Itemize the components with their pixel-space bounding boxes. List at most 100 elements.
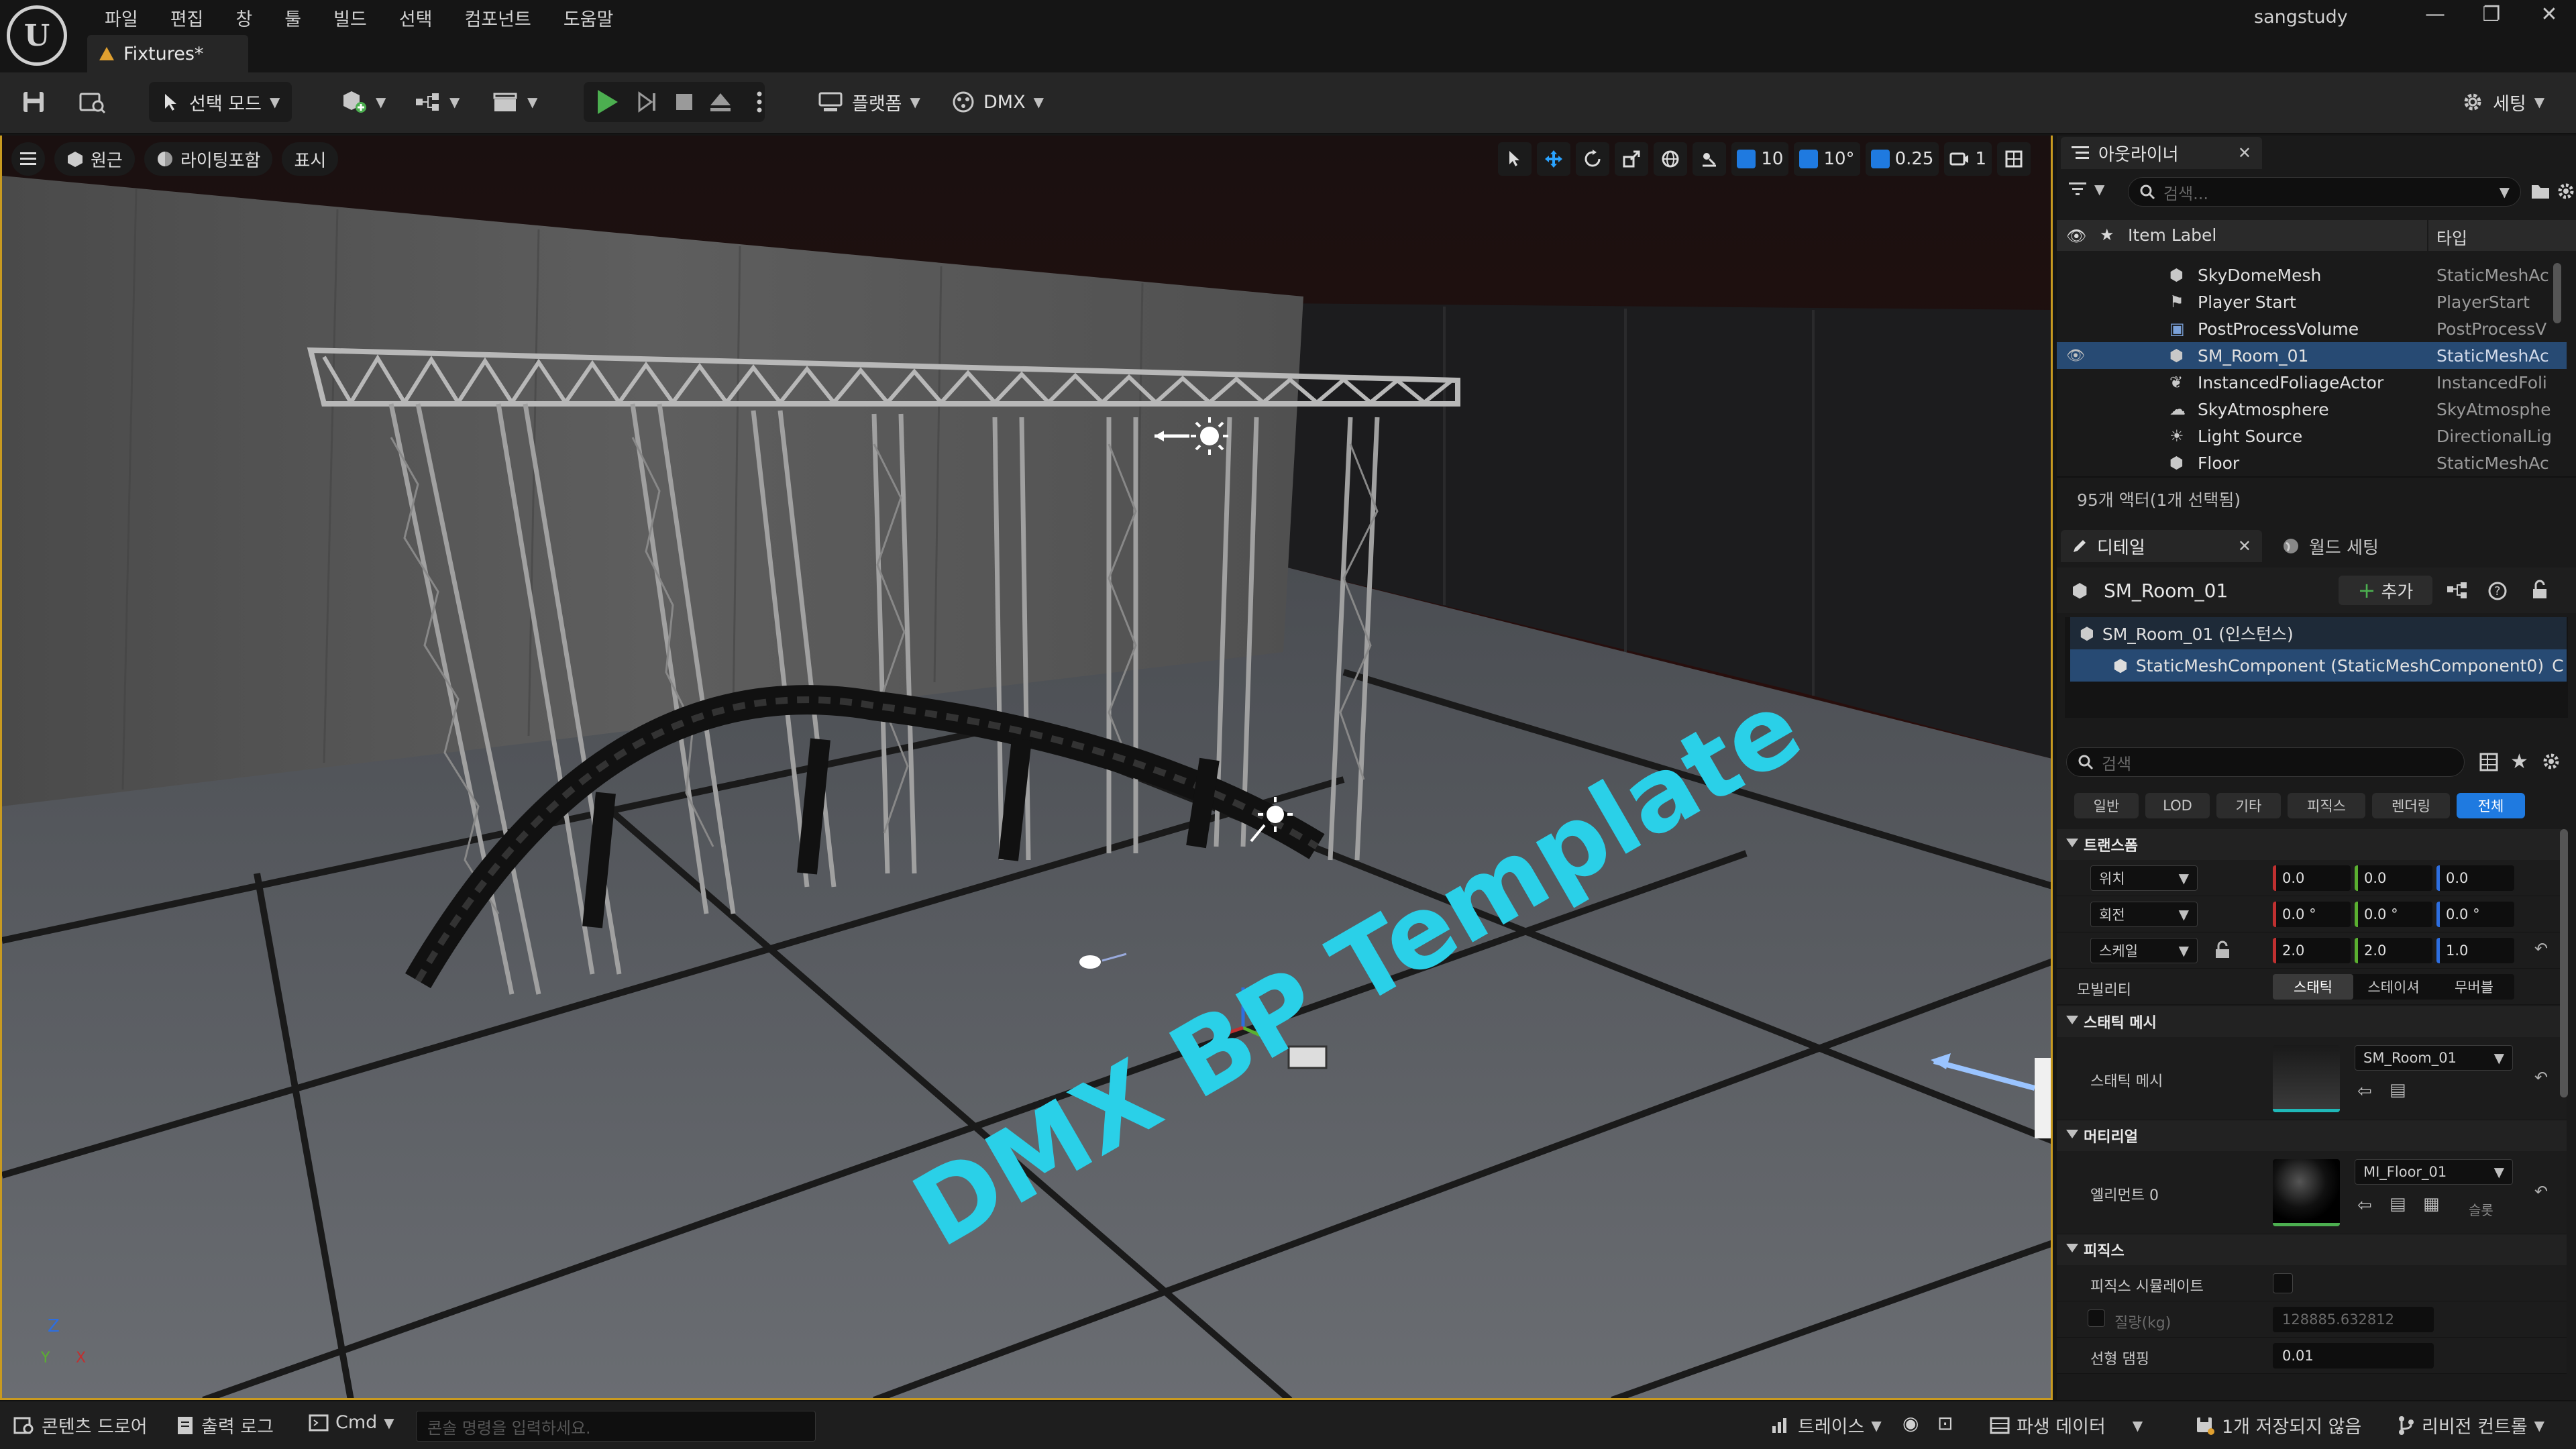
reset-to-default-icon[interactable]: ↶ <box>2534 1068 2548 1087</box>
use-selected-icon[interactable]: ⇦ <box>2357 1081 2372 1102</box>
details-tab[interactable]: 디테일 ✕ <box>2061 530 2262 562</box>
camera-speed-button[interactable]: 1 <box>1944 142 1992 176</box>
platform-dropdown[interactable]: 플랫폼 ▼ <box>805 82 932 122</box>
outliner-row[interactable]: ☀ Light Source DirectionalLig <box>2057 423 2567 449</box>
lighting-mode-dropdown[interactable]: 라이팅포함 <box>144 142 273 176</box>
show-flags-dropdown[interactable]: 표시 <box>282 142 339 176</box>
location-x-input[interactable]: 0.0 <box>2273 865 2351 891</box>
reset-to-default-icon[interactable]: ↶ <box>2534 939 2548 958</box>
column-item-label[interactable]: Item Label <box>2128 225 2216 245</box>
filter-lod[interactable]: LOD <box>2145 793 2210 818</box>
details-scrollbar[interactable] <box>2560 829 2568 1097</box>
trace-dropdown[interactable]: 트레이스 ▼ <box>1771 1412 1882 1438</box>
material-asset-picker[interactable]: MI_Floor_01 ▼ <box>2355 1159 2513 1185</box>
document-tab[interactable]: Fixtures* <box>87 35 248 72</box>
browse-asset-icon[interactable]: ▤ <box>2390 1194 2406 1214</box>
content-browser-icon[interactable] <box>78 87 107 117</box>
browse-asset-icon[interactable]: ▤ <box>2390 1080 2406 1100</box>
menu-tools[interactable]: 툴 <box>268 1 317 34</box>
filter-rendering[interactable]: 렌더링 <box>2372 793 2450 818</box>
cinematics-dropdown[interactable]: ▼ <box>480 82 549 122</box>
reset-to-default-icon[interactable]: ↶ <box>2534 1182 2548 1201</box>
section-materials[interactable]: 머티리얼 <box>2057 1120 2567 1151</box>
column-divider[interactable] <box>2427 220 2428 251</box>
unreal-logo-icon[interactable]: U <box>7 5 67 66</box>
material-thumbnail[interactable] <box>2273 1159 2340 1226</box>
star-icon[interactable]: ★ <box>2100 225 2114 244</box>
close-icon[interactable]: ✕ <box>2238 144 2251 162</box>
unsaved-assets-button[interactable]: 1개 저장되지 않음 <box>2195 1412 2361 1438</box>
linear-damping-input[interactable]: 0.01 <box>2273 1343 2434 1368</box>
cmd-dropdown[interactable]: Cmd ▼ <box>309 1412 394 1433</box>
add-folder-icon[interactable] <box>2530 182 2551 203</box>
mobility-movable[interactable]: 무버블 <box>2434 974 2514 1000</box>
menu-file[interactable]: 파일 <box>89 1 154 34</box>
material-options-icon[interactable]: ▦ <box>2423 1194 2440 1214</box>
outliner-row[interactable]: ☁ SkyAtmosphere SkyAtmosphe <box>2057 396 2567 423</box>
outliner-row[interactable]: ▣ PostProcessVolume PostProcessV <box>2057 315 2567 342</box>
minimize-button[interactable]: — <box>2415 3 2455 26</box>
outliner-tab[interactable]: 아웃라이너 ✕ <box>2061 137 2262 169</box>
add-component-button[interactable]: + 추가 <box>2339 576 2432 605</box>
outliner-row[interactable]: ❦ InstancedFoliageActor InstancedFoli <box>2057 369 2567 396</box>
filter-general[interactable]: 일반 <box>2074 793 2139 818</box>
use-selected-icon[interactable]: ⇦ <box>2357 1195 2372 1216</box>
advance-frame-button[interactable] <box>632 87 661 117</box>
record-icon[interactable]: ◉ <box>1902 1412 1919 1434</box>
visibility-icon[interactable]: 👁 <box>2066 227 2086 246</box>
console-command-input[interactable]: 콘솔 명령을 입력하세요. <box>416 1411 816 1442</box>
location-z-input[interactable]: 0.0 <box>2436 865 2514 891</box>
outliner-search-input[interactable]: 검색... ▼ <box>2128 177 2521 207</box>
menu-build[interactable]: 빌드 <box>317 1 383 34</box>
viewport-layout-button[interactable] <box>1997 142 2031 176</box>
component-tree-root[interactable]: ⬢ SM_Room_01 (인스턴스) <box>2070 617 2567 649</box>
menu-edit[interactable]: 편집 <box>154 1 220 34</box>
restore-button[interactable]: ❐ <box>2471 3 2512 26</box>
rotation-x-input[interactable]: 0.0 ° <box>2273 902 2351 927</box>
favorites-star-icon[interactable]: ★ <box>2510 750 2528 773</box>
location-y-input[interactable]: 0.0 <box>2355 865 2432 891</box>
property-matrix-icon[interactable] <box>2479 753 2498 774</box>
rotation-z-input[interactable]: 0.0 ° <box>2436 902 2514 927</box>
selection-mode-dropdown[interactable]: 선택 모드 ▼ <box>149 82 292 122</box>
revision-control-dropdown[interactable]: 리비전 컨트롤 ▼ <box>2398 1412 2544 1438</box>
mass-input[interactable]: 128885.632812 <box>2273 1307 2434 1332</box>
viewport-scene[interactable]: DMX BP Template <box>2 136 2053 1400</box>
screenshot-icon[interactable]: ⊡ <box>1937 1412 1953 1434</box>
rotation-dropdown[interactable]: 회전 ▼ <box>2090 902 2198 927</box>
surface-snap-button[interactable] <box>1693 142 1727 176</box>
settings-dropdown[interactable]: 세팅 ▼ <box>2449 82 2557 122</box>
derived-data-dropdown[interactable]: 파생 데이터 ▼ <box>1990 1412 2143 1438</box>
eject-button[interactable] <box>706 87 735 117</box>
outliner-row[interactable]: ⬢ Floor StaticMeshAc <box>2057 449 2567 476</box>
lock-icon[interactable] <box>2530 580 2549 602</box>
add-actor-dropdown[interactable]: ▼ <box>329 82 398 122</box>
simulate-physics-checkbox[interactable] <box>2273 1273 2293 1293</box>
component-tree-item-selected[interactable]: ⬢ StaticMeshComponent (StaticMeshCompone… <box>2070 649 2567 682</box>
close-window-button[interactable]: ✕ <box>2529 3 2569 26</box>
translate-tool-button[interactable] <box>1537 142 1571 176</box>
outliner-row[interactable]: ⚑ Player Start PlayerStart <box>2057 288 2567 315</box>
scale-x-input[interactable]: 2.0 <box>2273 938 2351 963</box>
blueprint-dropdown[interactable]: ▼ <box>402 82 472 122</box>
outliner-settings-icon[interactable] <box>2556 181 2576 204</box>
visibility-icon[interactable]: 👁 <box>2066 347 2085 364</box>
section-static-mesh[interactable]: 스태틱 메시 <box>2057 1006 2567 1037</box>
menu-select[interactable]: 선택 <box>383 1 449 34</box>
column-type[interactable]: 타입 <box>2436 225 2467 250</box>
section-transform[interactable]: 트랜스폼 <box>2057 829 2567 860</box>
stop-button[interactable] <box>669 87 699 117</box>
rotation-snap-button[interactable]: 10° <box>1794 142 1860 176</box>
play-options-button[interactable] <box>745 87 774 117</box>
scale-snap-button[interactable]: 0.25 <box>1865 142 1939 176</box>
view-mode-dropdown[interactable]: 원근 <box>54 142 135 176</box>
filter-misc[interactable]: 기타 <box>2216 793 2281 818</box>
help-icon[interactable]: ? <box>2487 581 2508 604</box>
world-space-button[interactable] <box>1654 142 1688 176</box>
static-mesh-thumbnail[interactable] <box>2273 1045 2340 1112</box>
scale-tool-button[interactable] <box>1615 142 1649 176</box>
scale-y-input[interactable]: 2.0 <box>2355 938 2432 963</box>
location-dropdown[interactable]: 위치 ▼ <box>2090 865 2198 891</box>
rotation-y-input[interactable]: 0.0 ° <box>2355 902 2432 927</box>
menu-window[interactable]: 창 <box>219 1 268 34</box>
